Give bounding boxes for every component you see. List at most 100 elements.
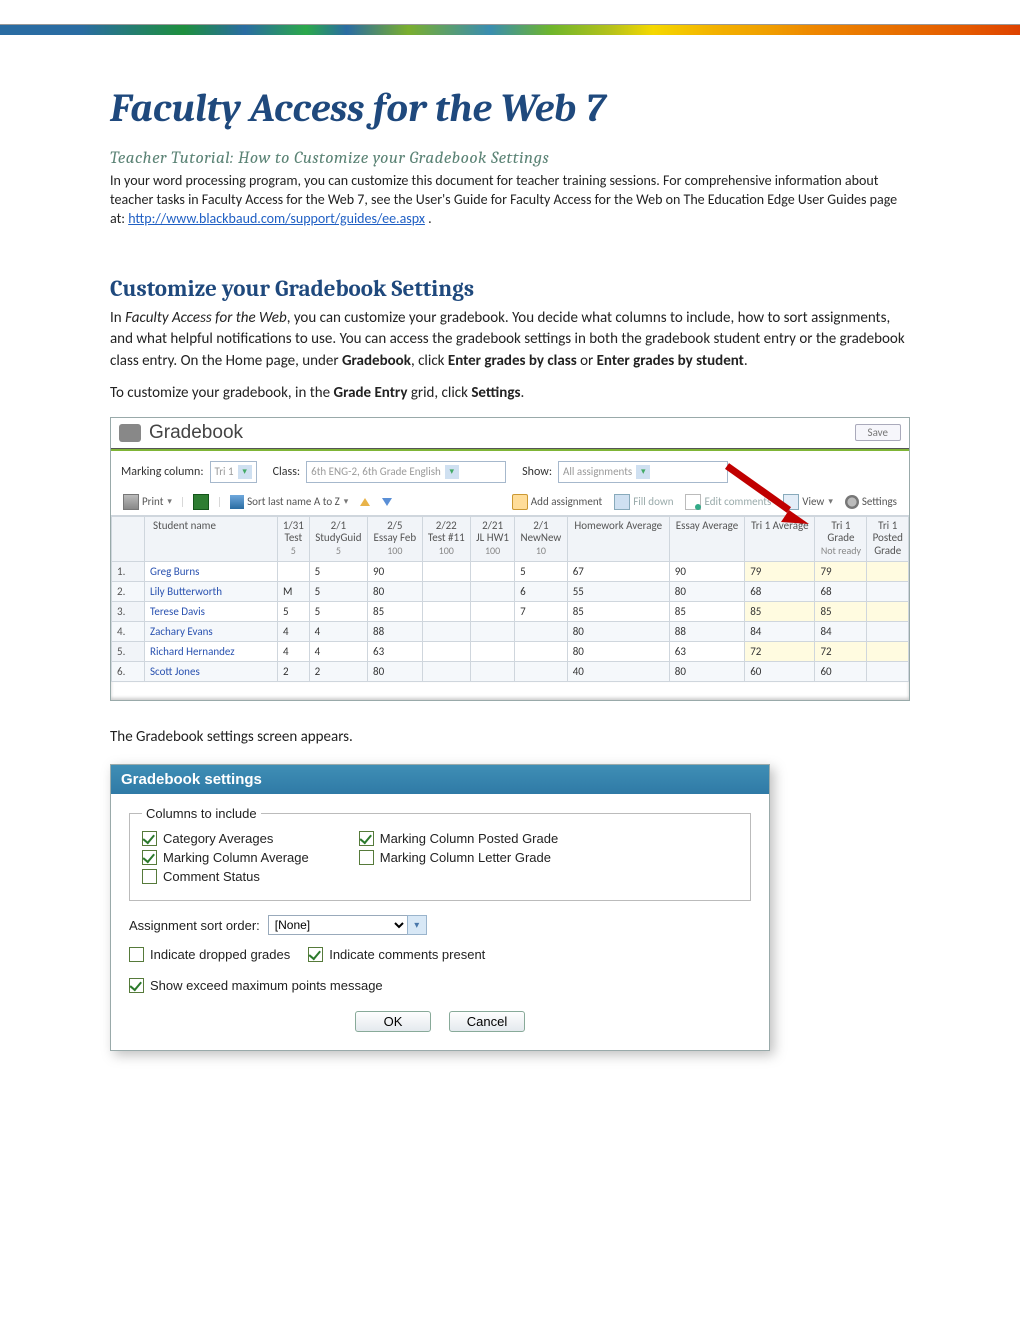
- settings-button[interactable]: Settings: [841, 494, 901, 510]
- grade-cell[interactable]: 85: [567, 601, 669, 621]
- grade-cell[interactable]: 85: [745, 601, 815, 621]
- student-name-cell[interactable]: Richard Hernandez: [145, 641, 278, 661]
- grade-cell[interactable]: 2: [278, 661, 310, 681]
- grade-cell[interactable]: 90: [368, 561, 423, 581]
- guides-link[interactable]: http://www.blackbaud.com/support/guides/…: [128, 210, 425, 227]
- student-name-cell[interactable]: Greg Burns: [145, 561, 278, 581]
- print-button[interactable]: Print▾: [119, 493, 176, 511]
- grade-cell[interactable]: 79: [745, 561, 815, 581]
- grade-cell[interactable]: 4: [278, 621, 310, 641]
- table-row[interactable]: 1.Greg Burns590567907979: [112, 561, 909, 581]
- sort-button[interactable]: Sort last name A to Z▾: [226, 494, 352, 510]
- grade-cell[interactable]: 72: [745, 641, 815, 661]
- grade-cell[interactable]: 84: [815, 621, 867, 641]
- table-row[interactable]: 5.Richard Hernandez446380637272: [112, 641, 909, 661]
- move-down-button[interactable]: [378, 497, 396, 507]
- grade-cell[interactable]: 80: [669, 661, 744, 681]
- grade-cell[interactable]: 79: [815, 561, 867, 581]
- grade-cell[interactable]: 5: [278, 601, 310, 621]
- grade-cell[interactable]: [422, 581, 470, 601]
- grade-cell[interactable]: 5: [309, 601, 367, 621]
- grade-cell[interactable]: [422, 641, 470, 661]
- chk-marking-column-average[interactable]: Marking Column Average: [142, 850, 309, 865]
- grade-cell[interactable]: [470, 621, 514, 641]
- grade-cell[interactable]: [470, 581, 514, 601]
- chk-exceed-max[interactable]: Show exceed maximum points message: [129, 978, 383, 993]
- grade-cell[interactable]: 80: [567, 621, 669, 641]
- student-name-cell[interactable]: Zachary Evans: [145, 621, 278, 641]
- grade-cell[interactable]: 85: [815, 601, 867, 621]
- grade-cell[interactable]: 88: [368, 621, 423, 641]
- edit-comments-button[interactable]: Edit comments: [681, 493, 775, 511]
- grade-cell[interactable]: [278, 561, 310, 581]
- student-name-cell[interactable]: Scott Jones: [145, 661, 278, 681]
- grade-cell[interactable]: [867, 561, 909, 581]
- grade-cell[interactable]: 80: [368, 661, 423, 681]
- grade-cell[interactable]: 5: [309, 561, 367, 581]
- grade-cell[interactable]: [422, 661, 470, 681]
- sort-order-select[interactable]: [None]▾: [268, 915, 427, 935]
- move-up-button[interactable]: [356, 497, 374, 507]
- grade-cell[interactable]: 68: [745, 581, 815, 601]
- grade-cell[interactable]: 85: [368, 601, 423, 621]
- grade-cell[interactable]: [422, 601, 470, 621]
- add-assignment-button[interactable]: Add assignment: [508, 493, 606, 511]
- table-row[interactable]: 4.Zachary Evans448880888484: [112, 621, 909, 641]
- grade-cell[interactable]: 55: [567, 581, 669, 601]
- marking-column-select[interactable]: Tri 1▾: [210, 461, 257, 483]
- class-select[interactable]: 6th ENG-2, 6th Grade English▾: [306, 461, 506, 483]
- grade-cell[interactable]: 90: [669, 561, 744, 581]
- grade-cell[interactable]: 6: [515, 581, 568, 601]
- grade-cell[interactable]: 80: [368, 581, 423, 601]
- grade-cell[interactable]: 63: [669, 641, 744, 661]
- grade-cell[interactable]: 5: [309, 581, 367, 601]
- grade-cell[interactable]: 85: [669, 601, 744, 621]
- export-excel-button[interactable]: [189, 493, 213, 511]
- grade-cell[interactable]: [422, 561, 470, 581]
- save-button[interactable]: Save: [855, 424, 901, 441]
- show-select[interactable]: All assignments▾: [558, 461, 728, 483]
- grade-cell[interactable]: 4: [278, 641, 310, 661]
- cancel-button[interactable]: Cancel: [449, 1011, 525, 1032]
- grade-grid[interactable]: Student name 1/31Test5 2/1StudyGuid5 2/5…: [111, 516, 909, 682]
- grade-cell[interactable]: 88: [669, 621, 744, 641]
- grade-cell[interactable]: 60: [745, 661, 815, 681]
- grade-cell[interactable]: [515, 641, 568, 661]
- student-name-cell[interactable]: Lily Butterworth: [145, 581, 278, 601]
- student-name-cell[interactable]: Terese Davis: [145, 601, 278, 621]
- grade-cell[interactable]: [867, 661, 909, 681]
- grade-cell[interactable]: 80: [669, 581, 744, 601]
- fill-down-button[interactable]: Fill down: [610, 493, 677, 511]
- chk-marking-column-posted[interactable]: Marking Column Posted Grade: [359, 831, 558, 846]
- grade-cell[interactable]: [470, 641, 514, 661]
- grade-cell[interactable]: [470, 661, 514, 681]
- chk-marking-column-letter[interactable]: Marking Column Letter Grade: [359, 850, 558, 865]
- grade-cell[interactable]: 40: [567, 661, 669, 681]
- grade-cell[interactable]: [515, 661, 568, 681]
- table-row[interactable]: 6.Scott Jones228040806060: [112, 661, 909, 681]
- chk-category-averages[interactable]: Category Averages: [142, 831, 309, 846]
- grade-cell[interactable]: [470, 561, 514, 581]
- grade-cell[interactable]: [422, 621, 470, 641]
- grade-cell[interactable]: 7: [515, 601, 568, 621]
- table-row[interactable]: 3.Terese Davis5585785858585: [112, 601, 909, 621]
- grade-cell[interactable]: 80: [567, 641, 669, 661]
- chk-comment-status[interactable]: Comment Status: [142, 869, 309, 884]
- grade-cell[interactable]: 4: [309, 641, 367, 661]
- grade-cell[interactable]: [867, 621, 909, 641]
- grade-cell[interactable]: 67: [567, 561, 669, 581]
- grade-cell[interactable]: 72: [815, 641, 867, 661]
- chk-dropped-grades[interactable]: Indicate dropped grades: [129, 947, 290, 962]
- grade-cell[interactable]: 2: [309, 661, 367, 681]
- view-button[interactable]: View▾: [779, 493, 837, 511]
- grade-cell[interactable]: 68: [815, 581, 867, 601]
- ok-button[interactable]: OK: [355, 1011, 431, 1032]
- grade-cell[interactable]: [867, 641, 909, 661]
- grade-cell[interactable]: 84: [745, 621, 815, 641]
- table-row[interactable]: 2.Lily ButterworthM580655806868: [112, 581, 909, 601]
- grade-cell[interactable]: 5: [515, 561, 568, 581]
- grade-cell[interactable]: [515, 621, 568, 641]
- grade-cell[interactable]: 63: [368, 641, 423, 661]
- grade-cell[interactable]: 4: [309, 621, 367, 641]
- grade-cell[interactable]: [470, 601, 514, 621]
